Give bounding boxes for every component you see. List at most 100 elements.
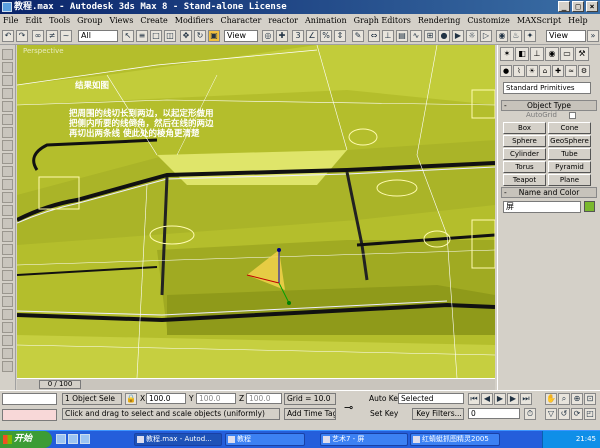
menu-help[interactable]: Help [568, 14, 587, 28]
object-color-swatch[interactable] [584, 201, 595, 212]
unlink-icon[interactable]: ≠ [46, 30, 58, 42]
geometry-icon[interactable]: ● [500, 65, 512, 77]
layer-manager-icon[interactable]: ▤ [396, 30, 408, 42]
shapes-icon[interactable]: ⌇ [513, 65, 525, 77]
key-mode-dropdown[interactable]: Selected [398, 393, 464, 404]
menu-group[interactable]: Group [77, 14, 102, 28]
menu-edit[interactable]: Edit [25, 14, 42, 28]
minimize-button[interactable]: _ [558, 1, 570, 12]
mirror-icon[interactable]: ⇔ [368, 30, 380, 42]
menu-maxscript[interactable]: MAXScript [517, 14, 561, 28]
bind-space-warp-icon[interactable]: ~ [60, 30, 72, 42]
create-tab-icon[interactable]: ✶ [500, 47, 514, 61]
y-field[interactable]: 100.0 [196, 393, 236, 404]
x-field[interactable]: 100.0 [146, 393, 186, 404]
teapot-button[interactable]: Teapot [503, 174, 546, 186]
quick-render-icon[interactable]: ☼ [466, 30, 478, 42]
redo-icon[interactable]: ↷ [16, 30, 28, 42]
geosphere-button[interactable]: GeoSphere [548, 135, 591, 147]
cameras-icon[interactable]: ⌂ [539, 65, 551, 77]
tool-icon[interactable] [2, 192, 13, 203]
time-slider-track[interactable]: 0 / 100 [17, 378, 495, 390]
menu-customize[interactable]: Customize [467, 14, 510, 28]
manipulate-icon[interactable]: ✚ [276, 30, 288, 42]
tool-icon[interactable] [2, 166, 13, 177]
schematic-view-icon[interactable]: ⊞ [424, 30, 436, 42]
maxscript-output-mini[interactable] [2, 409, 57, 421]
task-screen-capture[interactable]: 红蜻蜓抓图精灵2005 [410, 433, 500, 446]
time-config-icon[interactable]: ⏱ [524, 408, 536, 420]
modify-tab-icon[interactable]: ◧ [515, 47, 529, 61]
tool-icon[interactable] [2, 114, 13, 125]
time-slider[interactable]: 0 / 100 [39, 380, 81, 389]
tool-icon[interactable] [2, 88, 13, 99]
start-button[interactable]: 开始 [0, 431, 52, 448]
lock-selection-icon[interactable]: 🔒 [125, 393, 137, 405]
tool-icon[interactable] [2, 296, 13, 307]
angle-snap-icon[interactable]: ∠ [306, 30, 318, 42]
menu-create[interactable]: Create [140, 14, 167, 28]
menu-tools[interactable]: Tools [49, 14, 70, 28]
ref-coord-dropdown[interactable]: View [224, 30, 258, 42]
pivot-icon[interactable]: ◎ [262, 30, 274, 42]
task-3dsmax[interactable]: 教程.max - Autod... [134, 433, 222, 446]
z-field[interactable]: 100.0 [246, 393, 282, 404]
go-to-end-icon[interactable]: ⏭ [520, 393, 532, 405]
select-by-name-icon[interactable]: ≡ [136, 30, 148, 42]
task-art7[interactable]: 艺术7 - 屏 [320, 433, 408, 446]
tool-icon[interactable] [2, 270, 13, 281]
media-icon[interactable] [80, 434, 90, 444]
render-scene-icon[interactable]: ▶ [452, 30, 464, 42]
play-icon[interactable]: ▶ [494, 393, 506, 405]
render-last-icon[interactable]: ◉ [496, 30, 508, 42]
helpers-icon[interactable]: ✚ [552, 65, 564, 77]
box-button[interactable]: Box [503, 122, 546, 134]
name-color-rollout-header[interactable]: - Name and Color [501, 187, 597, 198]
set-key-button[interactable]: Set Key [370, 409, 398, 419]
teapot-render-icon[interactable]: ♨ [510, 30, 522, 42]
cone-button[interactable]: Cone [548, 122, 591, 134]
tool-icon[interactable] [2, 179, 13, 190]
pan-icon[interactable]: ✋ [545, 393, 557, 405]
maximize-viewport-icon[interactable]: ◰ [584, 408, 596, 420]
prev-frame-icon[interactable]: ◀ [481, 393, 493, 405]
maxscript-listener-mini[interactable] [2, 393, 57, 405]
tool-icon[interactable] [2, 283, 13, 294]
maximize-button[interactable]: □ [572, 1, 584, 12]
render-type-icon[interactable]: ▷ [480, 30, 492, 42]
next-frame-icon[interactable]: ▶ [507, 393, 519, 405]
tool-icon[interactable] [2, 335, 13, 346]
tool-icon[interactable] [2, 218, 13, 229]
task-folder[interactable]: 教程 [225, 433, 305, 446]
field-of-view-icon[interactable]: ▽ [545, 408, 557, 420]
selection-filter-dropdown[interactable]: All [78, 30, 118, 42]
zoom-icon[interactable]: ⌕ [558, 393, 570, 405]
spinner-snap-icon[interactable]: ⇕ [334, 30, 346, 42]
object-name-field[interactable]: 屏 [503, 201, 581, 213]
menu-rendering[interactable]: Rendering [418, 14, 460, 28]
menu-character[interactable]: Character [220, 14, 261, 28]
pyramid-button[interactable]: Pyramid [548, 161, 591, 173]
tool-icon[interactable] [2, 361, 13, 372]
space-warps-icon[interactable]: ≈ [565, 65, 577, 77]
zoom-all-icon[interactable]: ⊕ [571, 393, 583, 405]
menu-reactor[interactable]: reactor [268, 14, 298, 28]
viewport-label[interactable]: Perspective [23, 47, 64, 55]
tool-icon[interactable] [2, 49, 13, 60]
add-time-tag[interactable]: Add Time Tag [284, 408, 336, 420]
undo-icon[interactable]: ↶ [2, 30, 14, 42]
tool-icon[interactable] [2, 127, 13, 138]
curve-editor-icon[interactable]: ∿ [410, 30, 422, 42]
menu-graph-editors[interactable]: Graph Editors [354, 14, 411, 28]
move-icon[interactable]: ✥ [180, 30, 192, 42]
tool-icon[interactable] [2, 153, 13, 164]
rotate-icon[interactable]: ↻ [194, 30, 206, 42]
tool-icon[interactable] [2, 101, 13, 112]
sphere-button[interactable]: Sphere [503, 135, 546, 147]
tool-icon[interactable] [2, 75, 13, 86]
snap-toggle-icon[interactable]: 3 [292, 30, 304, 42]
view-dropdown[interactable]: View [546, 30, 586, 42]
display-tab-icon[interactable]: ▭ [560, 47, 574, 61]
utilities-tab-icon[interactable]: ⚒ [575, 47, 589, 61]
go-to-start-icon[interactable]: ⏮ [468, 393, 480, 405]
